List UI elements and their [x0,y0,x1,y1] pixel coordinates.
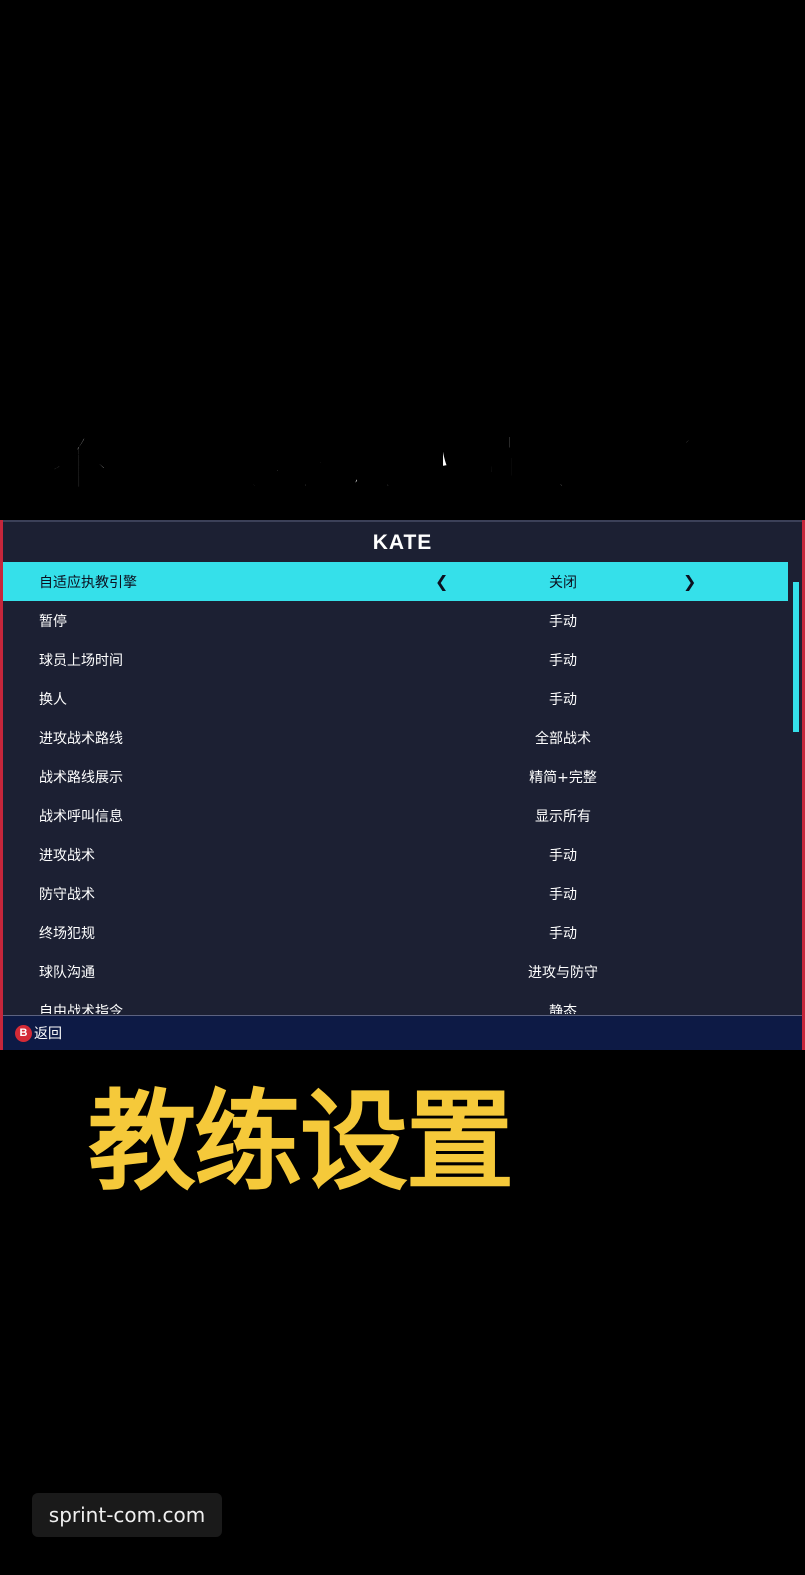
setting-label: 换人 [39,691,67,708]
settings-panel: KATE 自适应执教引擎 ❮ 关闭 ❯ 暂停 手动 球员上场时间 手动 换人 手… [0,520,805,1050]
setting-row-play-route-display[interactable]: 战术路线展示 精简+完整 [3,757,788,796]
panel-title: KATE [372,531,433,554]
setting-row-team-communication[interactable]: 球队沟通 进攻与防守 [3,952,788,991]
top-caption: 不要再抱怨说球员乱跑了 [46,425,701,501]
setting-value: 手动 [549,691,577,708]
arrow-right-icon[interactable]: ❯ [683,572,696,591]
setting-label: 球员上场时间 [39,652,123,669]
setting-value: 全部战术 [535,730,591,747]
back-button[interactable]: 返回 [34,1023,62,1043]
bottom-caption: 教练设置 [88,1080,514,1205]
setting-row-play-call-info[interactable]: 战术呼叫信息 显示所有 [3,796,788,835]
setting-value: 关闭 [549,574,577,591]
setting-value: 手动 [549,886,577,903]
setting-value: 进攻与防守 [528,964,598,981]
setting-label: 自适应执教引擎 [39,574,137,591]
setting-label: 终场犯规 [39,925,95,942]
arrow-left-icon[interactable]: ❮ [435,572,448,591]
setting-label: 进攻战术 [39,847,95,864]
setting-label: 战术路线展示 [39,769,123,786]
setting-row-timeout[interactable]: 暂停 手动 [3,601,788,640]
setting-value: 手动 [549,847,577,864]
scrollbar-thumb[interactable] [793,582,799,732]
panel-footer: B 返回 [3,1015,802,1050]
watermark: sprint-com.com [32,1493,222,1537]
setting-row-substitution[interactable]: 换人 手动 [3,679,788,718]
scrollbar[interactable] [793,562,799,1014]
setting-label: 暂停 [39,613,67,630]
b-button-icon: B [15,1024,32,1042]
setting-value: 显示所有 [535,808,591,825]
panel-header: KATE [3,520,802,564]
setting-label: 战术呼叫信息 [39,808,123,825]
setting-value: 手动 [549,652,577,669]
setting-label: 球队沟通 [39,964,95,981]
setting-label: 自由战术指令 [39,1003,123,1015]
settings-list: 自适应执教引擎 ❮ 关闭 ❯ 暂停 手动 球员上场时间 手动 换人 手动 进攻战… [3,562,788,1014]
setting-value: 精简+完整 [529,769,597,786]
watermark-text: sprint-com.com [48,1503,206,1527]
setting-value: 手动 [549,613,577,630]
setting-row-adaptive-coach[interactable]: 自适应执教引擎 ❮ 关闭 ❯ [3,562,788,601]
setting-row-offense-tactics[interactable]: 进攻战术 手动 [3,835,788,874]
setting-row-end-game-fouls[interactable]: 终场犯规 手动 [3,913,788,952]
setting-label: 防守战术 [39,886,95,903]
setting-row-freelance-commands[interactable]: 自由战术指令 静态 [3,991,788,1015]
setting-value: 手动 [549,925,577,942]
setting-row-defense-tactics[interactable]: 防守战术 手动 [3,874,788,913]
setting-row-playing-time[interactable]: 球员上场时间 手动 [3,640,788,679]
setting-row-offense-play-route[interactable]: 进攻战术路线 全部战术 [3,718,788,757]
setting-value: 静态 [549,1003,577,1015]
setting-label: 进攻战术路线 [39,730,123,747]
